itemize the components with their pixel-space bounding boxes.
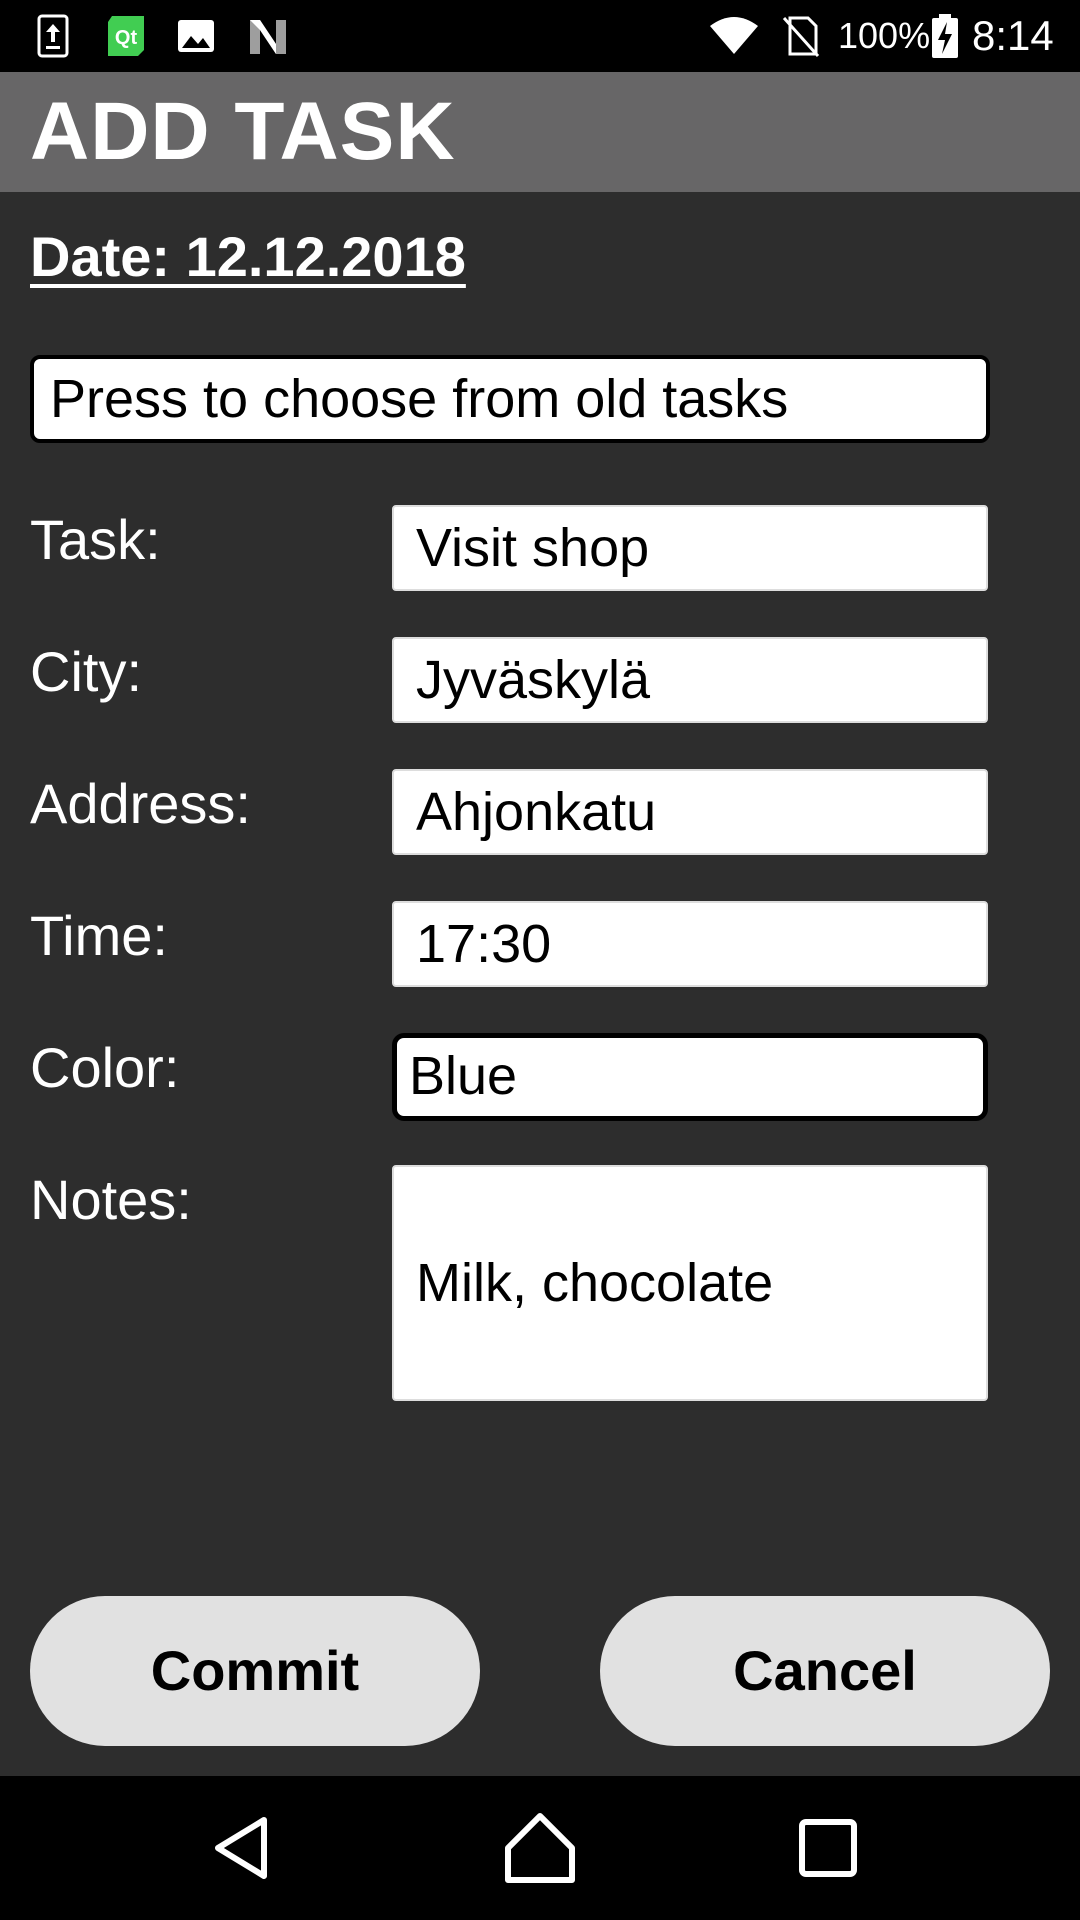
back-icon[interactable] xyxy=(202,1808,282,1888)
recents-icon[interactable] xyxy=(788,1808,868,1888)
svg-text:Qt: Qt xyxy=(115,27,138,49)
upload-icon xyxy=(37,14,69,58)
city-input[interactable]: Jyväskylä xyxy=(392,637,988,723)
color-label: Color: xyxy=(30,1036,180,1099)
image-icon xyxy=(178,20,214,52)
home-icon[interactable] xyxy=(500,1808,580,1888)
app-header: ADD TASK xyxy=(0,72,1080,192)
address-label: Address: xyxy=(30,772,251,835)
address-input[interactable]: Ahjonkatu xyxy=(392,769,988,855)
city-label: City: xyxy=(30,640,142,703)
battery-charging-icon xyxy=(932,14,958,58)
task-input[interactable]: Visit shop xyxy=(392,505,988,591)
battery-percent: 100% xyxy=(838,15,931,56)
wifi-icon xyxy=(710,17,758,54)
status-bar: Qt 100% 8:14 xyxy=(0,0,1080,72)
cancel-button[interactable]: Cancel xyxy=(600,1596,1050,1746)
task-label: Task: xyxy=(30,508,161,571)
page-title: ADD TASK xyxy=(30,86,456,177)
navigation-bar xyxy=(0,1776,1080,1920)
color-select[interactable]: Blue xyxy=(392,1033,988,1121)
time-input[interactable]: 17:30 xyxy=(392,901,988,987)
choose-old-task-button[interactable]: Press to choose from old tasks xyxy=(30,355,990,443)
notes-label: Notes: xyxy=(30,1168,192,1231)
time-label: Time: xyxy=(30,904,168,967)
date-label[interactable]: Date: 12.12.2018 xyxy=(30,222,466,292)
no-sim-icon xyxy=(782,16,820,58)
notes-textarea[interactable]: Milk, chocolate xyxy=(392,1165,988,1401)
qt-icon: Qt xyxy=(108,16,144,56)
clock: 8:14 xyxy=(972,12,1054,59)
n-icon xyxy=(250,20,286,54)
commit-button[interactable]: Commit xyxy=(30,1596,480,1746)
